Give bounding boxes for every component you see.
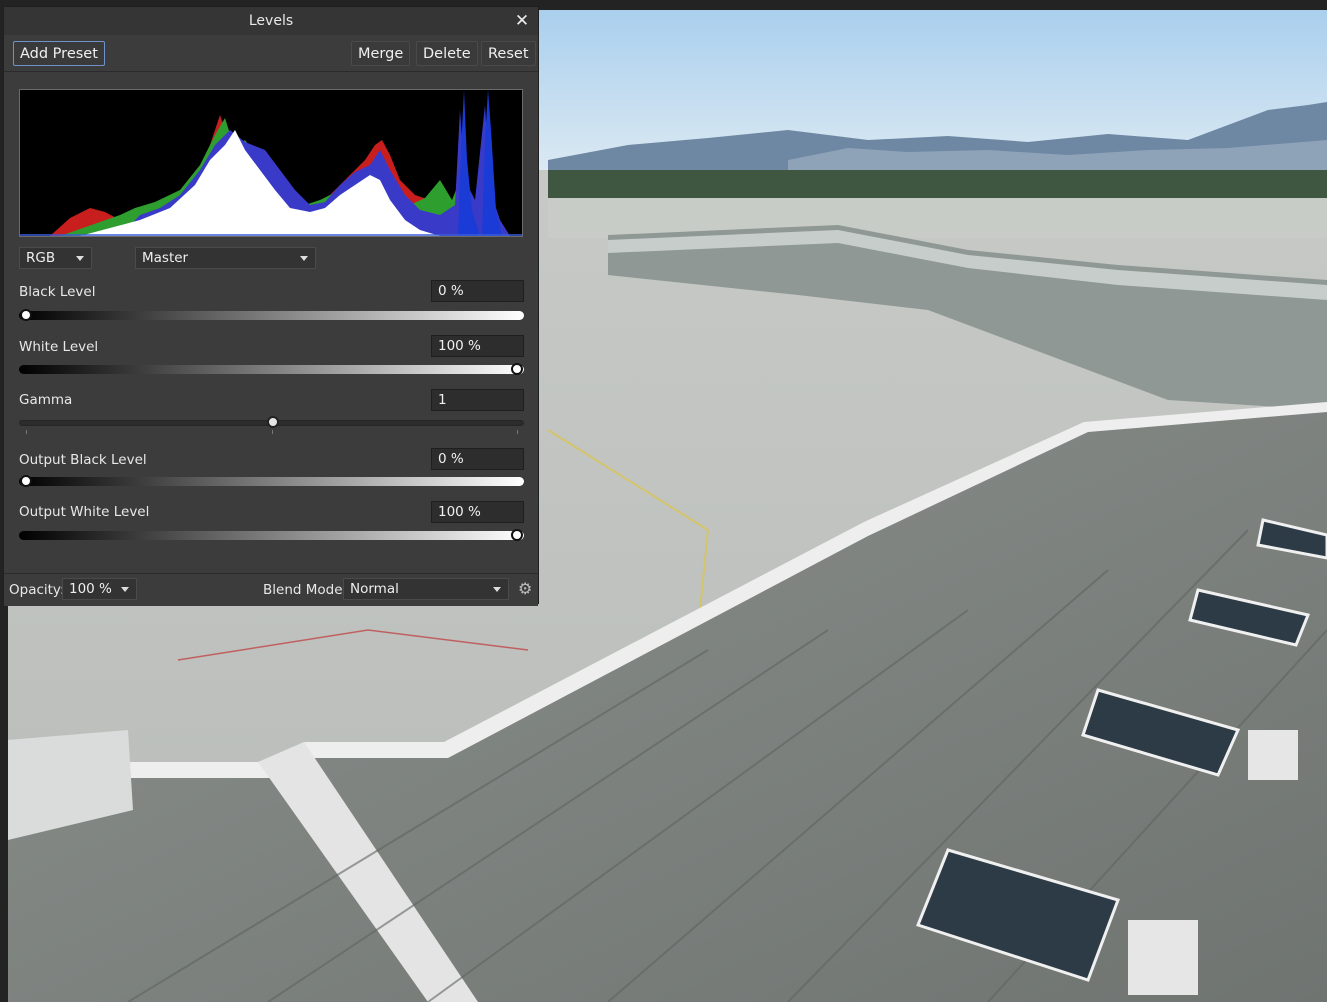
panel-titlebar[interactable]: Levels	[4, 7, 538, 35]
mode-dropdown-value: Master	[142, 250, 189, 266]
black-level-handle[interactable]	[20, 309, 32, 321]
gamma-tick	[26, 430, 27, 434]
opacity-label: Opacity:	[9, 582, 65, 598]
panel-title: Levels	[248, 13, 294, 29]
output-black-level-label: Output Black Level	[19, 452, 147, 468]
opacity-dropdown[interactable]: 100 %	[62, 578, 137, 600]
channel-dropdown[interactable]: RGB	[19, 247, 92, 269]
white-level-handle[interactable]	[511, 363, 523, 375]
white-level-label: White Level	[19, 339, 99, 355]
output-black-level-input[interactable]: 0 %	[431, 448, 524, 470]
gamma-slider[interactable]	[19, 416, 524, 434]
mode-dropdown[interactable]: Master	[135, 247, 316, 269]
gamma-tick	[517, 430, 518, 434]
blend-mode-label: Blend Mode:	[263, 582, 348, 598]
delete-button[interactable]: Delete	[416, 41, 478, 66]
black-level-label: Black Level	[19, 284, 96, 300]
gear-icon[interactable]: ⚙	[518, 581, 534, 597]
opacity-value: 100 %	[69, 581, 112, 597]
gamma-input[interactable]: 1	[431, 389, 524, 411]
close-icon[interactable]: ✕	[512, 11, 532, 31]
blend-mode-value: Normal	[350, 581, 399, 597]
reset-button[interactable]: Reset	[481, 41, 536, 66]
black-level-input[interactable]: 0 %	[431, 280, 524, 302]
chevron-down-icon	[121, 587, 129, 592]
toolbar-separator	[4, 71, 538, 72]
channel-dropdown-value: RGB	[26, 250, 56, 266]
add-preset-button[interactable]: Add Preset	[13, 41, 105, 66]
output-white-level-input[interactable]: 100 %	[431, 501, 524, 523]
merge-button[interactable]: Merge	[351, 41, 411, 66]
output-white-level-handle[interactable]	[511, 529, 523, 541]
panel-footer: Opacity: 100 % Blend Mode: Normal ⚙	[4, 573, 538, 606]
chevron-down-icon	[300, 256, 308, 261]
white-level-slider[interactable]	[19, 363, 524, 375]
black-level-slider[interactable]	[19, 309, 524, 321]
gamma-label: Gamma	[19, 392, 73, 408]
white-level-input[interactable]: 100 %	[431, 335, 524, 357]
chevron-down-icon	[76, 256, 84, 261]
output-black-level-slider[interactable]	[19, 475, 524, 487]
blend-mode-dropdown[interactable]: Normal	[343, 578, 509, 600]
output-white-level-label: Output White Level	[19, 504, 150, 520]
levels-panel: Levels ✕ Add Preset Merge Delete Reset R…	[3, 6, 539, 606]
gamma-tick	[272, 430, 273, 434]
output-black-level-handle[interactable]	[20, 475, 32, 487]
output-white-level-slider[interactable]	[19, 529, 524, 541]
histogram	[19, 89, 523, 237]
gamma-handle[interactable]	[266, 416, 279, 428]
chevron-down-icon	[493, 587, 501, 592]
